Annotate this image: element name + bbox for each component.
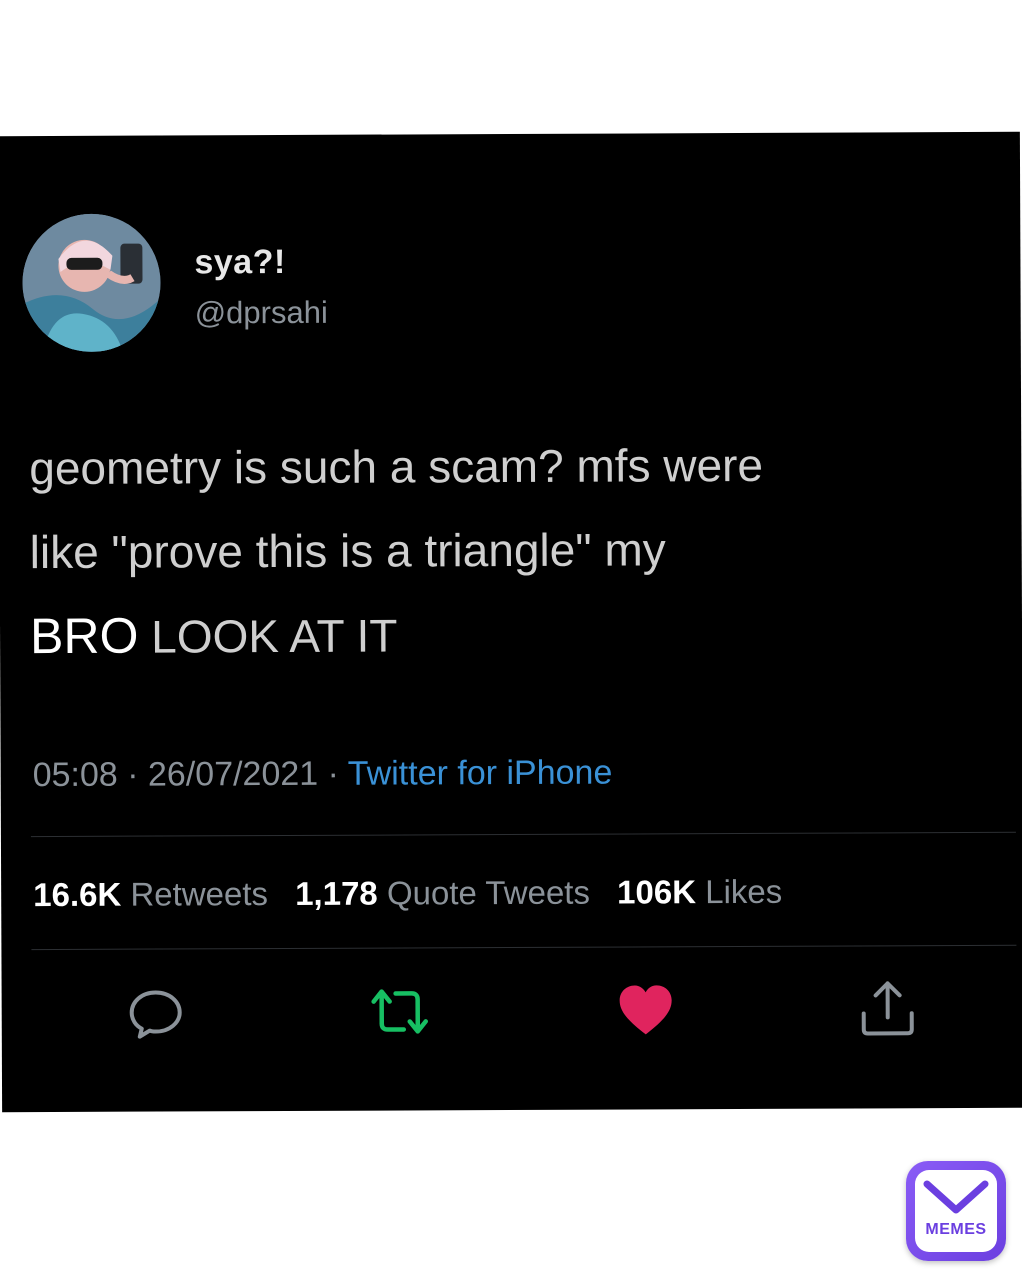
divider <box>30 831 1016 838</box>
tweet-card: sya?! @dprsahi geometry is such a scam? … <box>0 131 1022 1113</box>
divider <box>31 944 1017 951</box>
tweet-text-line: BRO LOOK AT IT <box>30 590 990 679</box>
display-name[interactable]: sya?! <box>194 243 285 282</box>
retweet-button[interactable] <box>368 979 432 1043</box>
quote-tweets-count: 1,178 <box>295 874 378 912</box>
tweet-date[interactable]: 26/07/2021 <box>148 755 318 794</box>
retweets-label: Retweets <box>130 875 269 913</box>
tweet-time[interactable]: 05:08 <box>33 756 118 794</box>
like-button[interactable] <box>614 978 678 1042</box>
likes-count: 106K <box>617 873 697 911</box>
envelope-icon <box>923 1180 989 1214</box>
tweet-source-link[interactable]: Twitter for iPhone <box>348 754 613 793</box>
quote-tweets-stat[interactable]: 1,178 Quote Tweets <box>295 874 590 912</box>
likes-stat[interactable]: 106K Likes <box>617 873 782 911</box>
tweet-text-line: geometry is such a scam? mfs were <box>29 438 764 495</box>
meta-separator: · <box>117 755 149 794</box>
tweet-meta: 05:08 · 26/07/2021 · Twitter for iPhone <box>33 754 613 796</box>
avatar[interactable] <box>22 213 161 353</box>
meta-separator: · <box>318 754 348 793</box>
retweets-stat[interactable]: 16.6K Retweets <box>33 875 268 913</box>
retweet-icon <box>371 989 428 1034</box>
retweets-count: 16.6K <box>33 875 122 914</box>
quote-tweets-label: Quote Tweets <box>386 873 591 912</box>
likes-label: Likes <box>705 872 783 911</box>
tweet-stats: 16.6K Retweets 1,178 Quote Tweets 106K L… <box>33 873 800 914</box>
tweet-text-bro: BRO <box>29 607 139 665</box>
share-button[interactable] <box>856 977 920 1041</box>
page: sya?! @dprsahi geometry is such a scam? … <box>0 0 1022 1278</box>
avatar-image <box>22 213 161 353</box>
heart-icon <box>619 985 672 1035</box>
action-bar <box>2 977 1022 1051</box>
tweet-text-line: like "prove this is a triangle" my <box>29 523 666 579</box>
reply-icon <box>129 990 182 1039</box>
reply-button[interactable] <box>124 980 188 1044</box>
memes-watermark[interactable]: MEMES <box>906 1161 1006 1261</box>
tweet-text-look: LOOK AT IT <box>151 609 398 663</box>
share-icon <box>861 981 914 1036</box>
memes-label: MEMES <box>925 1221 987 1238</box>
user-handle[interactable]: @dprsahi <box>195 295 328 332</box>
tweet-text: geometry is such a scam? mfs were like "… <box>29 422 990 679</box>
memes-logo-icon: MEMES <box>915 1170 997 1252</box>
